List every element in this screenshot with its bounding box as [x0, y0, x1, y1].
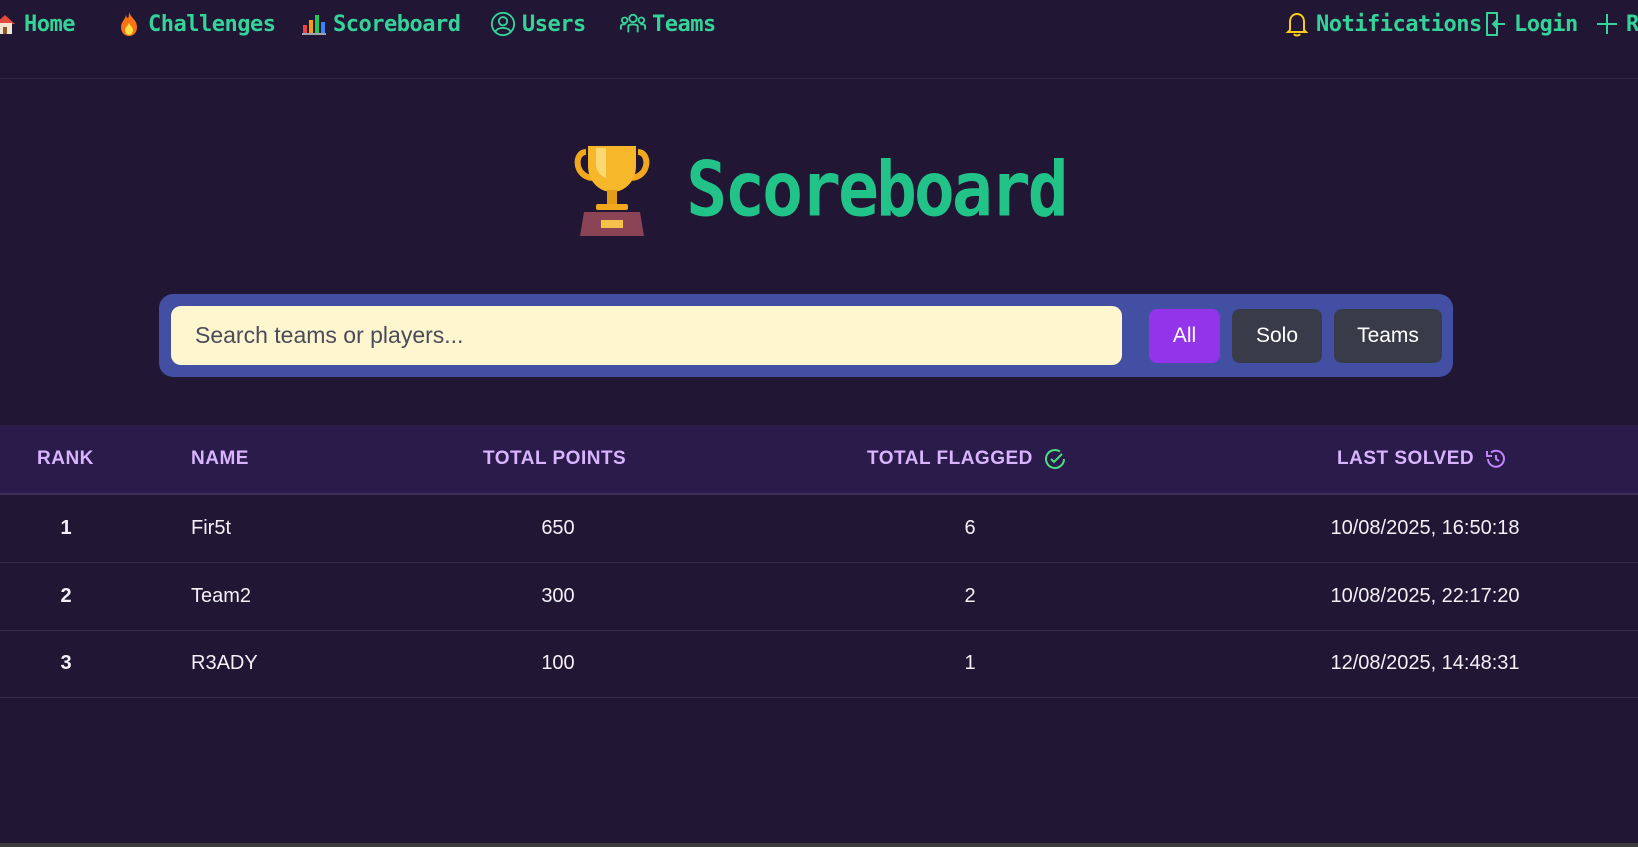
search-input[interactable]: [171, 306, 1122, 365]
nav-scoreboard[interactable]: Scoreboard: [301, 8, 461, 40]
check-circle-icon: [1044, 449, 1065, 469]
last-solved-cell: 12/08/2025, 14:48:31: [1330, 652, 1520, 674]
login-icon: [1482, 11, 1508, 37]
filter-all-button[interactable]: All: [1149, 309, 1220, 363]
column-header-flagged-label: TOTAL FLAGGED: [867, 448, 1033, 469]
page-title: Scoreboard: [686, 145, 1068, 235]
nav-home-label: Home: [24, 11, 75, 37]
top-navbar: Home Challenges Scoreboard Users Teams N…: [0, 0, 1638, 79]
nav-home[interactable]: Home: [0, 8, 75, 40]
plus-icon: [1594, 11, 1620, 37]
name-cell: Team2: [191, 585, 252, 607]
flagged-cell: 2: [964, 585, 976, 607]
search-filter-panel: All Solo Teams: [159, 294, 1453, 377]
nav-teams[interactable]: Teams: [620, 8, 716, 40]
column-header-points-label: TOTAL POINTS: [483, 448, 627, 469]
last-solved-cell: 10/08/2025, 22:17:20: [1330, 585, 1520, 607]
column-header-last-solved-label: LAST SOLVED: [1337, 448, 1475, 469]
nav-notifications[interactable]: Notifications: [1284, 8, 1482, 40]
nav-login-label: Login: [1514, 11, 1578, 37]
house-icon: [0, 11, 18, 37]
trophy-icon: [575, 146, 650, 236]
name-cell: Fir5t: [191, 517, 231, 539]
table-row[interactable]: 3 R3ADY 100 1 12/08/2025, 14:48:31: [0, 630, 1638, 698]
table-header: RANK NAME TOTAL POINTS TOTAL FLAGGED LAS…: [0, 425, 1638, 495]
filter-solo-button[interactable]: Solo: [1232, 309, 1322, 363]
column-header-name-label: NAME: [191, 448, 249, 469]
history-icon: [1486, 449, 1506, 468]
page-header: Scoreboard: [0, 140, 1638, 240]
points-cell: 100: [541, 652, 575, 674]
nav-login[interactable]: Login: [1482, 8, 1578, 40]
flagged-cell: 6: [964, 517, 976, 539]
column-header-flagged[interactable]: TOTAL FLAGGED: [867, 425, 1067, 493]
column-header-rank[interactable]: RANK: [37, 425, 94, 493]
user-circle-icon: [490, 11, 516, 37]
filter-teams-button[interactable]: Teams: [1334, 309, 1442, 363]
name-cell: R3ADY: [191, 652, 258, 674]
points-cell: 300: [541, 585, 575, 607]
rank-cell: 3: [60, 652, 72, 674]
column-header-name[interactable]: NAME: [191, 425, 249, 493]
nav-challenges[interactable]: Challenges: [116, 8, 276, 40]
fire-icon: [116, 11, 142, 37]
column-header-points[interactable]: TOTAL POINTS: [483, 425, 626, 493]
last-solved-cell: 10/08/2025, 16:50:18: [1330, 517, 1520, 539]
nav-users-label: Users: [522, 11, 586, 37]
column-header-last-solved[interactable]: LAST SOLVED: [1337, 425, 1508, 493]
rank-cell: 2: [60, 585, 72, 607]
table-row[interactable]: 1 Fir5t 650 6 10/08/2025, 16:50:18: [0, 495, 1638, 563]
table-row[interactable]: 2 Team2 300 2 10/08/2025, 22:17:20: [0, 563, 1638, 631]
nav-challenges-label: Challenges: [148, 11, 276, 37]
bottom-divider: [0, 843, 1638, 847]
bar-chart-icon: [301, 11, 327, 37]
nav-notifications-label: Notifications: [1316, 11, 1482, 37]
bell-icon: [1284, 11, 1310, 37]
rank-cell: 1: [60, 517, 72, 539]
nav-register-label: R: [1626, 11, 1638, 37]
column-header-rank-label: RANK: [37, 448, 94, 469]
team-icon: [620, 11, 646, 37]
points-cell: 650: [541, 517, 575, 539]
nav-scoreboard-label: Scoreboard: [333, 11, 461, 37]
nav-teams-label: Teams: [652, 11, 716, 37]
flagged-cell: 1: [964, 652, 976, 674]
nav-register[interactable]: R: [1594, 8, 1638, 40]
nav-users[interactable]: Users: [490, 8, 586, 40]
